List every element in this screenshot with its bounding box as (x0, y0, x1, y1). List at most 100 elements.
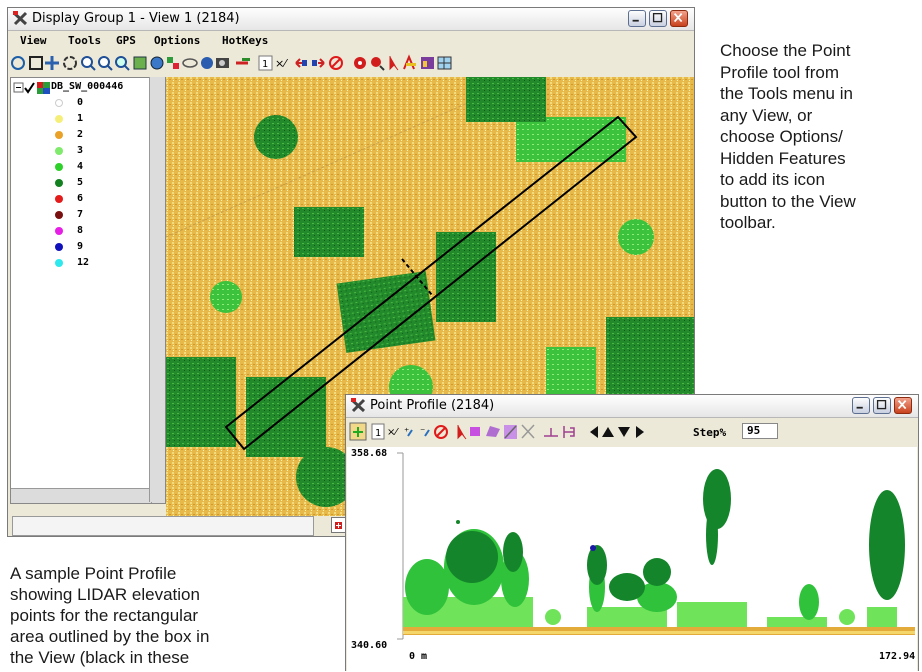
point-profile-window: Point Profile (2184) 1 ×⁄ ⁺ ⁻ Step% 95 3… (345, 394, 919, 672)
rectangle-tool-icon[interactable] (470, 427, 480, 436)
menu-hotkeys[interactable]: HotKeys (222, 34, 268, 47)
view-title-bar[interactable]: Display Group 1 - View 1 (2184) (8, 8, 694, 31)
chart-icon[interactable] (421, 57, 434, 69)
collapse-icon[interactable] (13, 82, 24, 93)
view-window-title: Display Group 1 - View 1 (2184) (32, 11, 240, 26)
maximize-button[interactable] (873, 397, 891, 414)
legend-label: 3 (77, 145, 84, 156)
legend-label: 0 (77, 97, 84, 108)
layer-legend-panel: DB_SW_000446 0 1 2 3 4 5 6 7 8 9 12 (10, 77, 166, 504)
caption-line: to add its icon (720, 170, 825, 189)
caption-line: the View (black in these (10, 648, 190, 667)
minimize-button[interactable] (852, 397, 870, 414)
legend-swatch (55, 99, 63, 107)
legend-swatch (55, 211, 63, 219)
find-icon[interactable] (371, 57, 385, 71)
svg-text:×⁄: ×⁄ (387, 427, 399, 438)
profile-title-bar[interactable]: Point Profile (2184) (346, 395, 918, 418)
status-bar (12, 516, 314, 536)
add-select-icon[interactable]: ⁺ (404, 427, 413, 438)
tntmips-app-icon (12, 11, 28, 26)
legend-swatch (55, 259, 63, 267)
zoom-in-icon[interactable] (81, 56, 96, 71)
rotate-icon[interactable] (11, 56, 25, 70)
caption-line: button to the View (720, 191, 856, 211)
svg-text:×⁄: ×⁄ (275, 57, 288, 70)
cancel-icon[interactable] (434, 425, 448, 439)
pointer-icon[interactable] (457, 425, 467, 440)
step-label: Step% (693, 426, 727, 439)
layer-tree-controls (13, 82, 50, 94)
pan-right-icon[interactable] (636, 426, 644, 438)
svg-text:1: 1 (375, 428, 381, 439)
cancel-icon[interactable] (329, 56, 343, 70)
layer-visible-checkbox[interactable] (24, 82, 35, 94)
pan-up-icon[interactable] (602, 427, 614, 437)
map-vertical-scrollbar[interactable] (149, 77, 165, 502)
orbit-icon[interactable] (182, 58, 198, 68)
step-input[interactable]: 95 (742, 423, 778, 439)
pan-down-icon[interactable] (618, 427, 630, 437)
zoom-box-icon[interactable] (29, 56, 43, 70)
caption-line: choose Options/ (720, 127, 843, 146)
remove-select-icon[interactable]: ⁻ (420, 427, 430, 438)
pan-icon[interactable] (45, 56, 59, 70)
pan-left-icon[interactable] (590, 426, 598, 438)
zoom-to-position-button[interactable] (331, 517, 346, 533)
select-icon[interactable]: ×⁄ (387, 427, 399, 438)
group-icon[interactable] (167, 57, 179, 69)
legend-label: 9 (77, 241, 84, 252)
view-toolbar-icons: 1 ×⁄ (11, 54, 452, 71)
profile-icon[interactable] (403, 54, 416, 70)
svg-text:⁻: ⁻ (420, 427, 425, 438)
isolated-point (456, 520, 460, 524)
legend-swatch (55, 243, 63, 251)
zoom-out-icon[interactable] (98, 56, 113, 71)
globe-icon[interactable] (150, 56, 164, 70)
horizontal-cross-icon[interactable] (544, 428, 558, 437)
forward-icon[interactable] (312, 58, 325, 68)
gps-icon[interactable] (354, 57, 366, 69)
back-icon[interactable] (295, 58, 307, 68)
caption-line: toolbar. (720, 213, 776, 232)
line-tool-icon[interactable] (504, 425, 517, 439)
camera-icon[interactable] (216, 58, 229, 68)
view-profile-icon[interactable] (349, 422, 367, 441)
clear-icon[interactable] (521, 424, 535, 439)
polygon-tool-icon[interactable] (486, 426, 500, 437)
legend-swatch (55, 195, 63, 203)
redraw-icon[interactable] (63, 56, 77, 70)
maximize-button[interactable] (649, 10, 667, 27)
menu-gps[interactable]: GPS (116, 34, 136, 47)
ground-points (403, 627, 915, 635)
profile-point-cloud (397, 452, 915, 640)
menu-options[interactable]: Options (154, 34, 200, 47)
legend-label: 6 (77, 193, 84, 204)
full-view-icon[interactable] (133, 56, 147, 70)
menu-view[interactable]: View (20, 34, 47, 47)
menu-tools[interactable]: Tools (68, 34, 101, 47)
legend-swatch (55, 115, 63, 123)
minimize-button[interactable] (628, 10, 646, 27)
legend-label: 4 (77, 161, 84, 172)
class-9-point (590, 545, 596, 551)
legend-swatch (55, 131, 63, 139)
close-button[interactable] (894, 397, 912, 414)
one-to-one-icon[interactable]: 1 (371, 423, 385, 440)
legend-swatch (55, 163, 63, 171)
caption-line: points for the rectangular (10, 606, 199, 625)
legend-label: 8 (77, 225, 84, 236)
one-to-one-icon[interactable]: 1 (258, 55, 273, 71)
legend-horizontal-scrollbar[interactable] (11, 488, 151, 503)
add-layer-icon[interactable] (236, 58, 250, 65)
pointer-icon[interactable] (389, 56, 399, 71)
profile-plot-area[interactable]: 358.68 340.60 0 m 172.94 (347, 447, 917, 672)
select-icon[interactable]: ×⁄ (275, 57, 288, 70)
tntmips-app-icon (350, 398, 366, 413)
sphere-icon[interactable] (201, 57, 213, 69)
layer-name[interactable]: DB_SW_000446 (51, 81, 123, 92)
zoom-layer-icon[interactable] (115, 56, 130, 71)
close-button[interactable] (670, 10, 688, 27)
grid-icon[interactable] (437, 56, 452, 70)
vertical-cross-icon[interactable] (563, 426, 575, 438)
